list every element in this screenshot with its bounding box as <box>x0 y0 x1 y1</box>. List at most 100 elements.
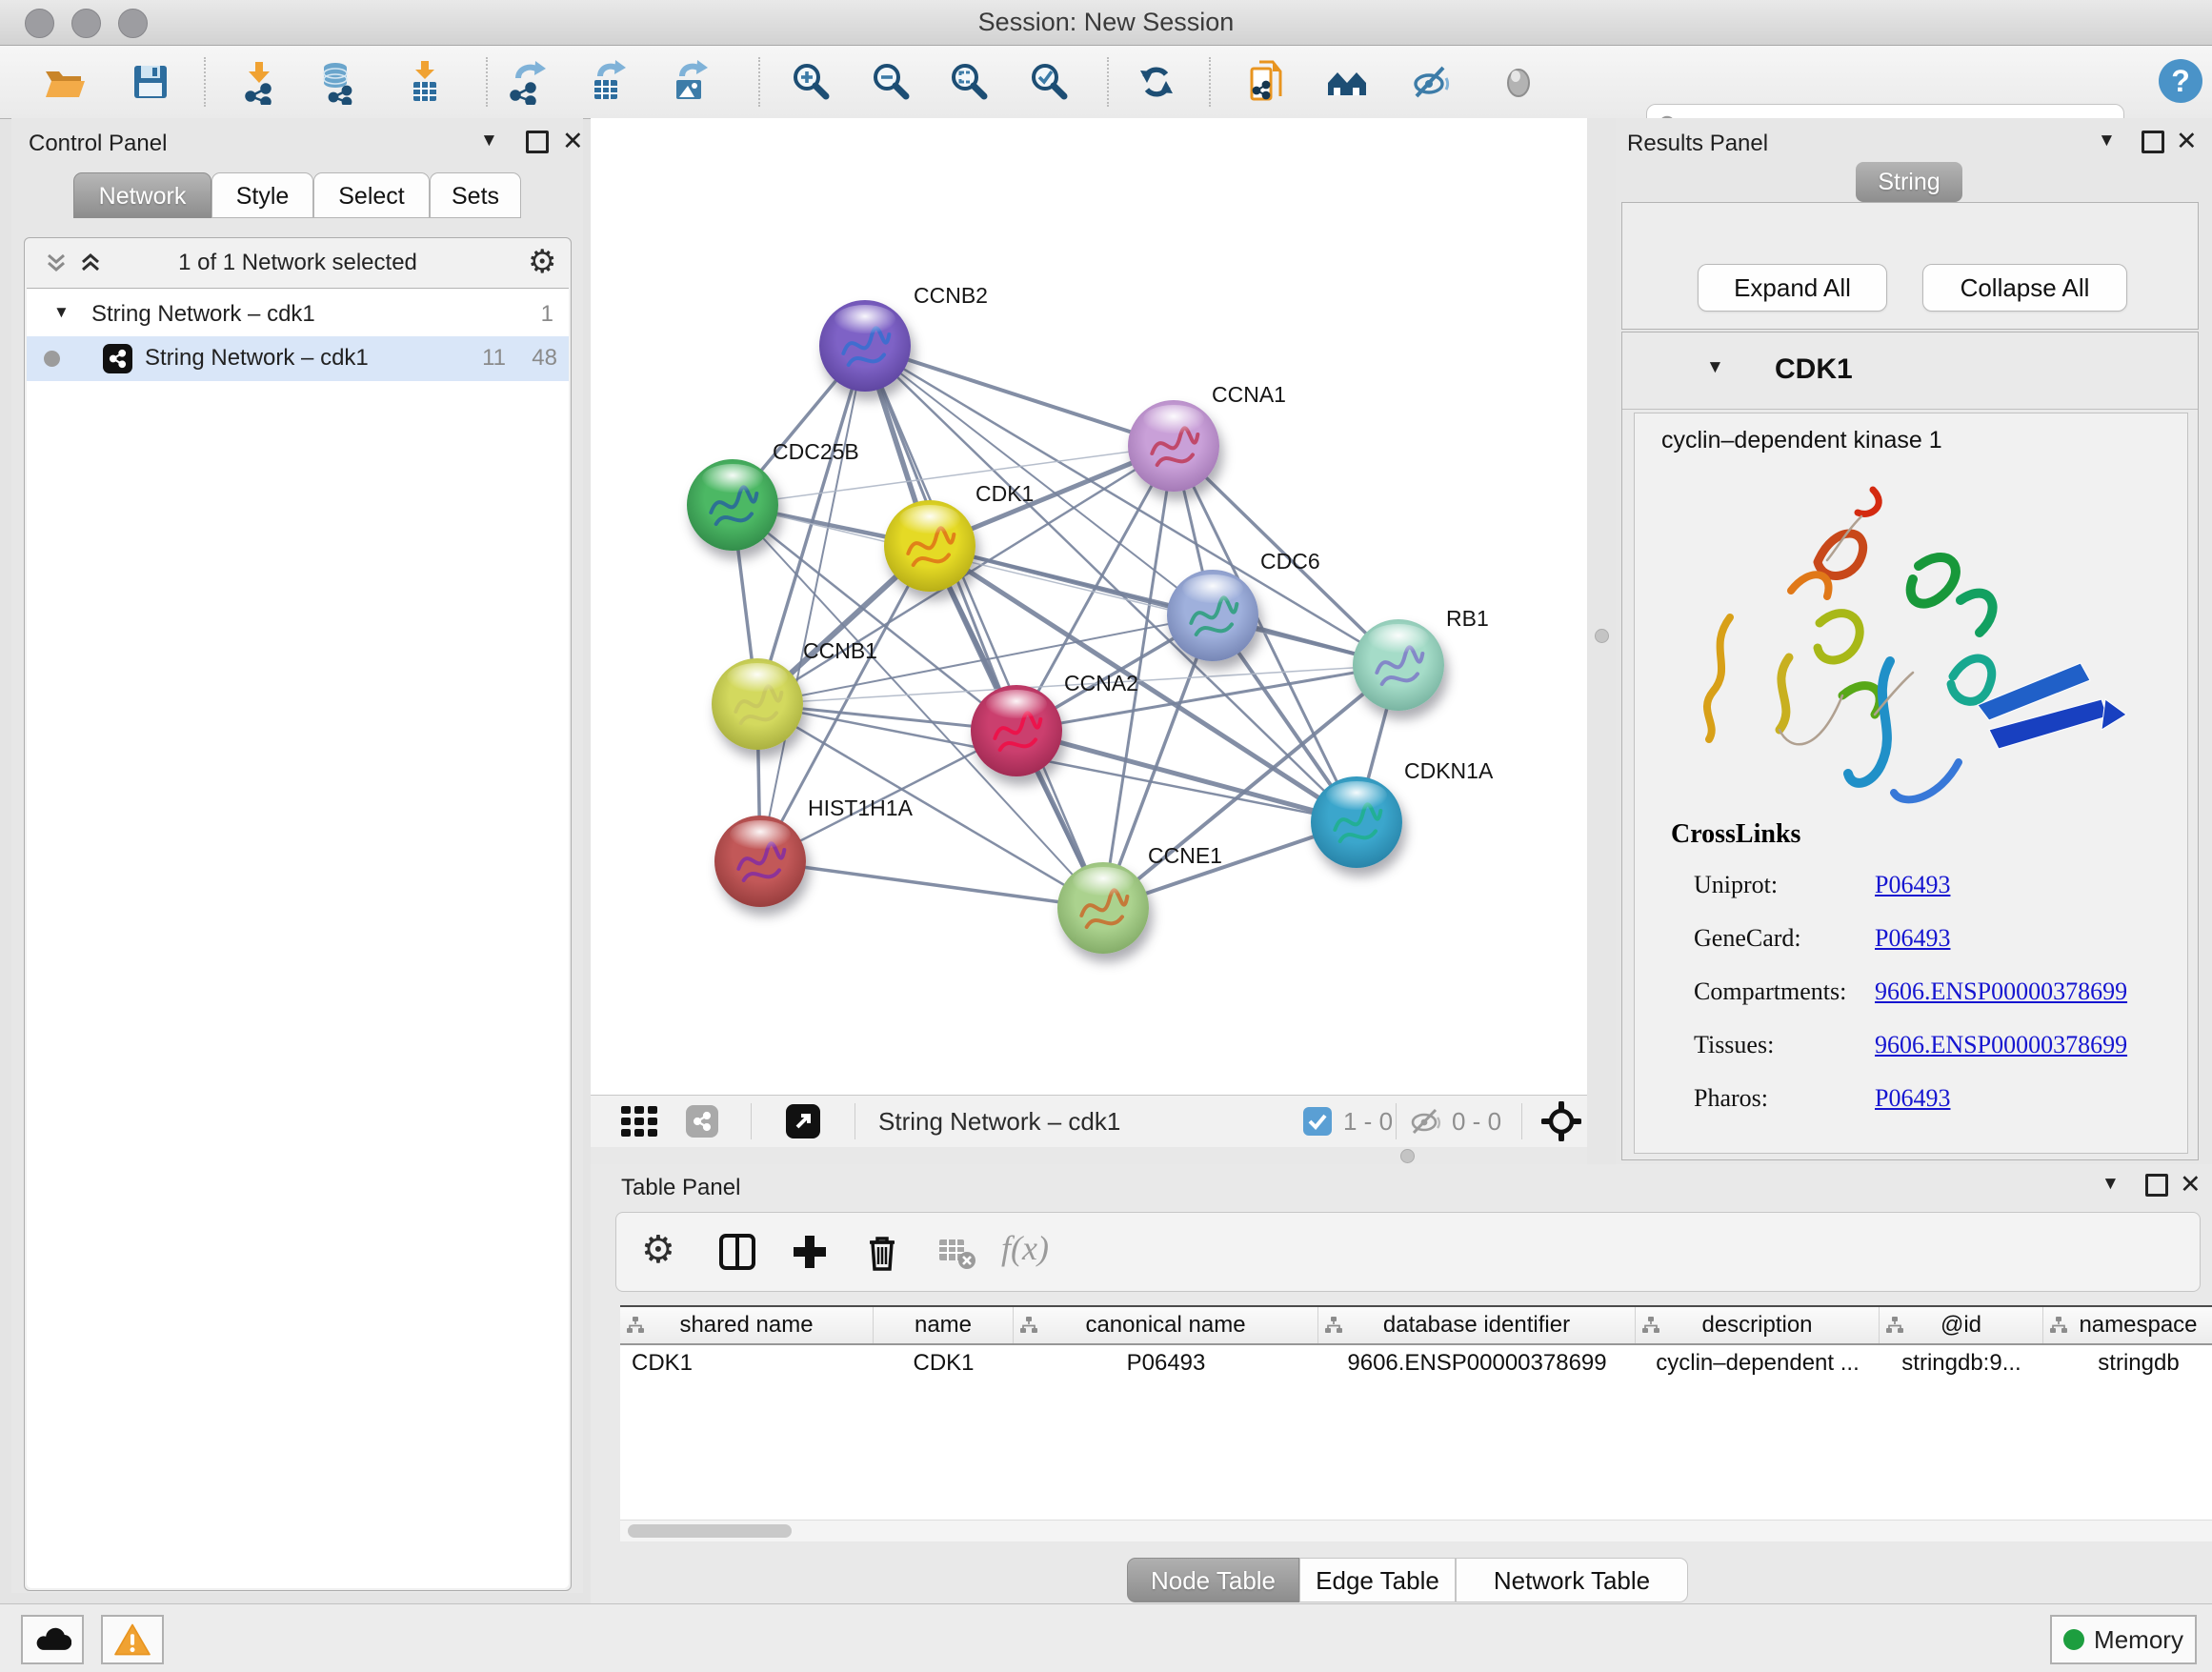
network-tree-root-row[interactable]: ▼ String Network – cdk1 1 <box>27 294 569 336</box>
panel-float-icon[interactable] <box>2142 131 2164 153</box>
network-tree-row-selected[interactable]: String Network – cdk1 11 48 <box>27 336 569 381</box>
network-edge[interactable] <box>760 861 1103 908</box>
splitter-handle[interactable] <box>1400 1149 1415 1163</box>
scrollbar-thumb[interactable] <box>628 1524 792 1538</box>
export-image-icon[interactable] <box>667 59 713 105</box>
network-node-CCNB2[interactable] <box>819 300 911 392</box>
horizontal-splitter[interactable] <box>591 1146 1587 1164</box>
import-network-file-icon[interactable] <box>236 59 282 105</box>
tab-network-table[interactable]: Network Table <box>1456 1558 1688 1602</box>
table-cell: P06493 <box>1014 1345 1318 1381</box>
panel-float-icon[interactable] <box>2145 1174 2168 1197</box>
crosslink-row: GeneCard:P06493 <box>1694 924 2127 955</box>
crosslink-link[interactable]: 9606.ENSP00000378699 <box>1875 1031 2127 1058</box>
zoom-out-icon[interactable] <box>869 59 915 105</box>
network-edge[interactable] <box>865 346 1174 446</box>
warnings-button[interactable] <box>101 1615 164 1664</box>
network-node-CCNA1[interactable] <box>1128 400 1219 492</box>
panel-close-icon[interactable]: ✕ <box>562 131 584 151</box>
network-node-CDC25B[interactable] <box>687 459 778 551</box>
table-options-gear-icon[interactable]: ⚙ <box>641 1234 675 1266</box>
toolbar-separator <box>486 57 488 107</box>
vertical-splitter[interactable] <box>1587 118 1616 1164</box>
panel-close-icon[interactable]: ✕ <box>2176 131 2198 151</box>
export-network-icon[interactable] <box>503 59 549 105</box>
network-node-CDKN1A[interactable] <box>1311 776 1402 868</box>
hide-selected-eye-icon[interactable] <box>1408 59 1454 105</box>
crosslink-link[interactable]: P06493 <box>1875 924 1950 952</box>
network-edge[interactable] <box>760 346 865 861</box>
open-in-browser-icon[interactable] <box>786 1104 820 1138</box>
node-label: CCNA1 <box>1212 382 1286 408</box>
network-node-CCNE1[interactable] <box>1057 862 1149 954</box>
horizontal-scrollbar[interactable] <box>620 1520 2212 1541</box>
column-header--id[interactable]: @id <box>1880 1307 2043 1343</box>
clone-network-icon[interactable] <box>1244 59 1290 105</box>
tab-select[interactable]: Select <box>313 172 430 218</box>
network-node-RB1[interactable] <box>1353 619 1444 711</box>
column-header-database-identifier[interactable]: database identifier <box>1318 1307 1636 1343</box>
network-node-CCNB1[interactable] <box>712 658 803 750</box>
save-session-icon[interactable] <box>128 59 173 105</box>
import-table-file-icon[interactable] <box>402 59 448 105</box>
splitter-handle[interactable] <box>1595 629 1609 643</box>
panel-close-icon[interactable]: ✕ <box>2180 1175 2202 1194</box>
node-label: CCNA2 <box>1064 671 1138 696</box>
fit-selected-crosshair-icon[interactable] <box>1541 1101 1581 1141</box>
network-node-CDK1[interactable] <box>884 500 975 592</box>
node-gloss <box>727 663 788 692</box>
panel-menu-icon[interactable]: ▼ <box>480 131 498 151</box>
expand-all-button[interactable]: Expand All <box>1698 264 1887 312</box>
entry-collapse-icon[interactable]: ▼ <box>1706 357 1724 378</box>
crosslink-label: Pharos: <box>1694 1084 1875 1113</box>
column-label: name <box>874 1307 1013 1343</box>
crosslink-link[interactable]: 9606.ENSP00000378699 <box>1875 977 2127 1005</box>
panel-float-icon[interactable] <box>526 131 549 153</box>
refresh-view-icon[interactable] <box>1134 59 1179 105</box>
column-header-namespace[interactable]: namespace <box>2043 1307 2212 1343</box>
tab-edge-table[interactable]: Edge Table <box>1299 1558 1456 1602</box>
panel-menu-icon[interactable]: ▼ <box>2101 1174 2120 1195</box>
crosslink-link[interactable]: P06493 <box>1875 1084 1950 1112</box>
column-header-name[interactable]: name <box>874 1307 1014 1343</box>
selected-checkbox-icon[interactable] <box>1303 1107 1332 1136</box>
column-header-description[interactable]: description <box>1636 1307 1880 1343</box>
tree-expander-icon[interactable]: ▼ <box>53 303 70 322</box>
tab-network[interactable]: Network <box>73 172 211 218</box>
zoom-selected-icon[interactable] <box>1027 59 1073 105</box>
import-network-database-icon[interactable] <box>314 59 360 105</box>
cloud-status-button[interactable] <box>21 1615 84 1664</box>
export-table-icon[interactable] <box>585 59 631 105</box>
network-type-icon <box>103 344 132 373</box>
panel-menu-icon[interactable]: ▼ <box>2098 131 2116 151</box>
column-header-shared-name[interactable]: shared name <box>620 1307 874 1343</box>
network-edge[interactable] <box>1016 731 1357 822</box>
show-columns-icon[interactable] <box>715 1230 759 1274</box>
first-neighbors-icon[interactable] <box>1324 59 1370 105</box>
network-node-HIST1H1A[interactable] <box>714 816 806 907</box>
tab-style[interactable]: Style <box>211 172 313 218</box>
entry-details: cyclin–dependent kinase 1 <box>1634 413 2188 1154</box>
help-icon[interactable]: ? <box>2157 57 2202 103</box>
network-edge[interactable] <box>865 346 1103 908</box>
network-node-CDC6[interactable] <box>1167 570 1258 661</box>
tab-sets[interactable]: Sets <box>430 172 521 218</box>
entry-header[interactable]: ▼ CDK1 <box>1622 332 2198 410</box>
column-header-canonical-name[interactable]: canonical name <box>1014 1307 1318 1343</box>
zoom-fit-icon[interactable] <box>947 59 993 105</box>
zoom-in-icon[interactable] <box>789 59 835 105</box>
tab-node-table[interactable]: Node Table <box>1127 1558 1299 1602</box>
crosslink-link[interactable]: P06493 <box>1875 871 1950 898</box>
memory-button[interactable]: Memory <box>2050 1615 2197 1664</box>
network-options-gear-icon[interactable]: ⚙ <box>528 246 556 278</box>
show-all-eye-icon[interactable] <box>1496 59 1541 105</box>
network-canvas[interactable]: CCNB2 CCNA1 CDC25B CDK1 CDC6 RB1 <box>591 118 1587 1095</box>
birds-eye-view-icon[interactable] <box>621 1106 663 1138</box>
collapse-all-button[interactable]: Collapse All <box>1922 264 2127 312</box>
delete-column-trash-icon[interactable] <box>860 1230 904 1274</box>
open-session-icon[interactable] <box>42 59 88 105</box>
network-node-CCNA2[interactable] <box>971 685 1062 776</box>
results-tab-string[interactable]: String <box>1856 162 1962 202</box>
add-column-icon[interactable] <box>788 1230 832 1274</box>
table-row[interactable]: CDK1CDK1P064939606.ENSP00000378699cyclin… <box>620 1345 2212 1381</box>
